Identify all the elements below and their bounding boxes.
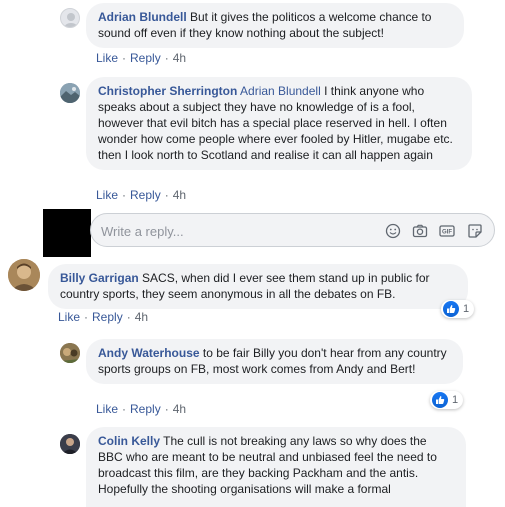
timestamp[interactable]: 4h: [173, 402, 186, 416]
timestamp[interactable]: 4h: [173, 51, 186, 65]
reply-link[interactable]: Reply: [130, 51, 161, 65]
profile-photo-icon: [8, 259, 40, 291]
comment-bubble: Andy Waterhouse to be fair Billy you don…: [86, 339, 463, 384]
like-link[interactable]: Like: [96, 188, 118, 202]
reply-link[interactable]: Reply: [130, 402, 161, 416]
comment-author[interactable]: Andy Waterhouse: [98, 346, 200, 360]
svg-text:GIF: GIF: [442, 230, 452, 236]
separator: ·: [122, 51, 127, 65]
separator: ·: [164, 402, 169, 416]
separator: ·: [164, 51, 169, 65]
comment-bubble: Billy Garrigan SACS, when did I ever see…: [48, 264, 468, 309]
comment-author[interactable]: Billy Garrigan: [60, 271, 139, 285]
separator: ·: [122, 402, 127, 416]
avatar[interactable]: [60, 8, 80, 28]
reply-link[interactable]: Reply: [130, 188, 161, 202]
timestamp[interactable]: 4h: [135, 310, 148, 324]
profile-photo-icon: [60, 434, 80, 454]
reply-box: GIF: [90, 213, 495, 247]
separator: ·: [126, 310, 131, 324]
comment-actions: Like · Reply · 4h: [96, 188, 186, 202]
like-reaction-icon: [432, 392, 448, 408]
reply-input[interactable]: [99, 222, 373, 240]
profile-photo-icon: [60, 343, 80, 363]
comment-actions: Like · Reply · 4h: [96, 51, 186, 65]
like-link[interactable]: Like: [58, 310, 80, 324]
like-link[interactable]: Like: [96, 402, 118, 416]
reaction-number: 1: [463, 303, 470, 315]
comment-author[interactable]: Colin Kelly: [98, 434, 160, 448]
avatar[interactable]: [60, 343, 80, 363]
default-avatar-icon: [64, 13, 78, 27]
composer-avatar: [43, 209, 91, 257]
comment-bubble: Adrian Blundell But it gives the politic…: [86, 3, 464, 48]
like-reaction-icon: [443, 301, 459, 317]
timestamp[interactable]: 4h: [173, 188, 186, 202]
like-link[interactable]: Like: [96, 51, 118, 65]
comment-bubble: Christopher Sherrington Adrian Blundell …: [86, 77, 472, 170]
comment-author[interactable]: Christopher Sherrington: [98, 84, 237, 98]
emoji-icon[interactable]: [385, 223, 401, 239]
mention-tag[interactable]: Adrian Blundell: [237, 84, 321, 98]
avatar[interactable]: [8, 259, 40, 291]
sticker-icon[interactable]: [467, 223, 483, 239]
separator: ·: [122, 188, 127, 202]
separator: ·: [84, 310, 89, 324]
gif-icon[interactable]: GIF: [439, 223, 455, 239]
profile-photo-icon: [60, 83, 80, 103]
comment-actions: Like · Reply · 4h: [58, 310, 148, 324]
comment-author[interactable]: Adrian Blundell: [98, 10, 187, 24]
avatar[interactable]: [60, 83, 80, 103]
reply-link[interactable]: Reply: [92, 310, 123, 324]
reaction-number: 1: [452, 394, 459, 406]
separator: ·: [164, 188, 169, 202]
comment-actions: Like · Reply · 4h: [96, 402, 186, 416]
comment-bubble: Colin Kelly The cull is not breaking any…: [86, 427, 466, 507]
reaction-count[interactable]: 1: [441, 300, 475, 318]
camera-icon[interactable]: [412, 223, 428, 239]
avatar[interactable]: [60, 434, 80, 454]
reaction-count[interactable]: 1: [430, 391, 464, 409]
